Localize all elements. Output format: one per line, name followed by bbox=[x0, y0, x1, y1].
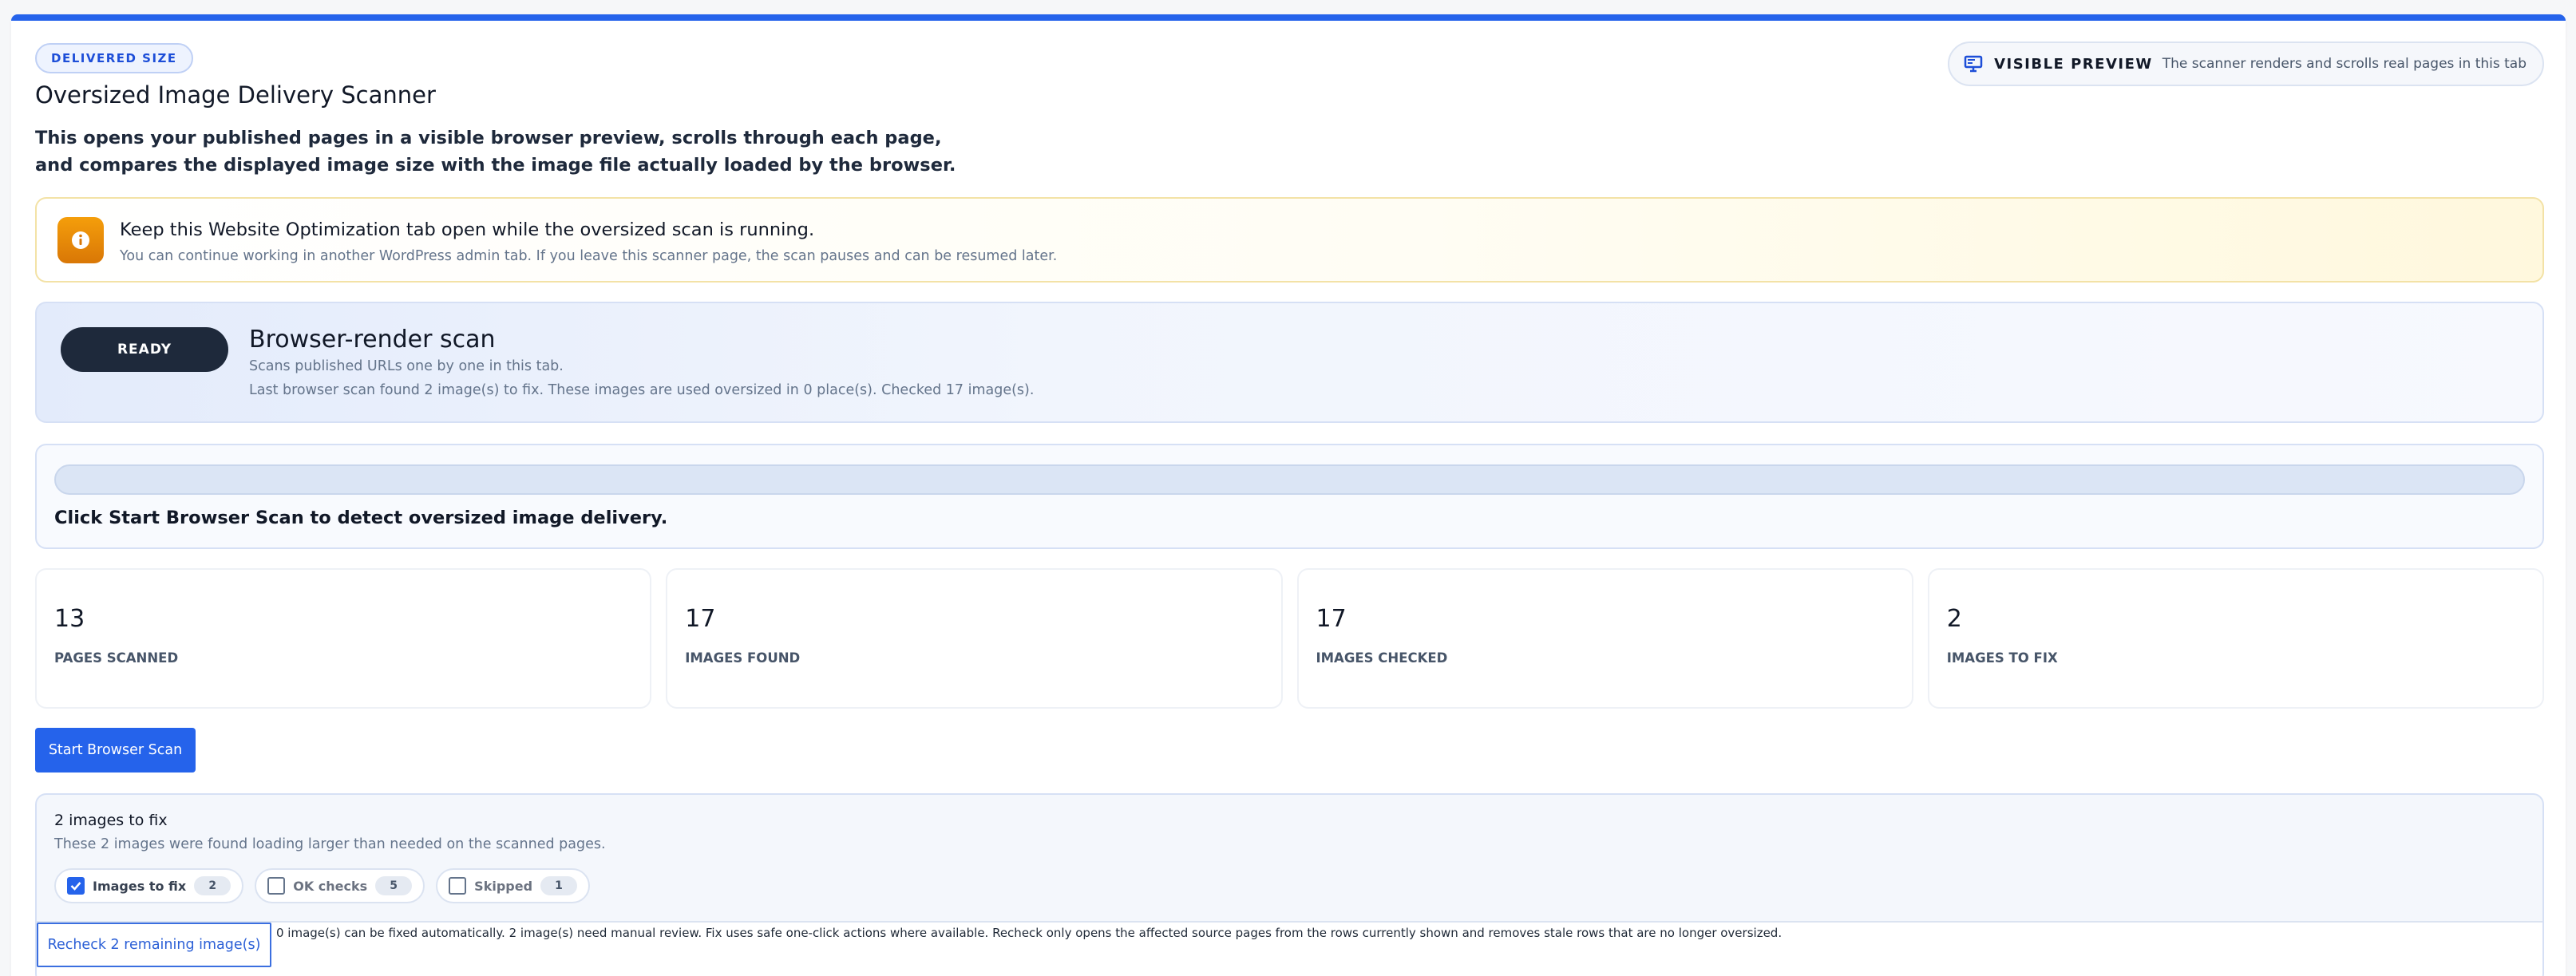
delivered-size-badge: DELIVERED SIZE bbox=[35, 43, 193, 73]
page-title: Oversized Image Delivery Scanner bbox=[35, 81, 436, 109]
checkbox-icon[interactable] bbox=[267, 877, 286, 895]
stat-value: 17 bbox=[1316, 605, 1347, 633]
filter-skipped[interactable]: Skipped 1 bbox=[436, 868, 591, 903]
stat-label: PAGES SCANNED bbox=[54, 650, 179, 666]
progress-bar bbox=[54, 464, 2525, 495]
filter-ok-checks[interactable]: OK checks 5 bbox=[255, 868, 425, 903]
notice-text: You can continue working in another Word… bbox=[120, 248, 1058, 264]
results-heading: 2 images to fix bbox=[54, 812, 168, 829]
scan-title: Browser-render scan bbox=[249, 326, 496, 354]
stat-label: IMAGES CHECKED bbox=[1316, 650, 1448, 666]
filter-label: Images to fix bbox=[93, 878, 187, 894]
stat-value: 13 bbox=[54, 605, 85, 633]
results-panel: 2 images to fix These 2 images were foun… bbox=[35, 793, 2544, 976]
stat-images-found: 17 IMAGES FOUND bbox=[666, 568, 1283, 709]
scan-status-card: READY Browser-render scan Scans publishe… bbox=[35, 302, 2544, 423]
stat-value: 2 bbox=[1946, 605, 1962, 633]
fix-summary-note: 0 image(s) can be fixed automatically. 2… bbox=[276, 926, 1783, 940]
filter-label: Skipped bbox=[474, 878, 533, 894]
stat-pages-scanned: 13 PAGES SCANNED bbox=[35, 568, 652, 709]
filter-images-to-fix[interactable]: Images to fix 2 bbox=[54, 868, 244, 903]
keep-tab-open-notice: Keep this Website Optimization tab open … bbox=[35, 197, 2544, 283]
visible-preview-pill: VISIBLE PREVIEW The scanner renders and … bbox=[1948, 41, 2544, 86]
start-browser-scan-button[interactable]: Start Browser Scan bbox=[35, 728, 196, 773]
info-icon bbox=[57, 217, 104, 263]
filter-count: 5 bbox=[375, 876, 413, 895]
checkbox-checked-icon[interactable] bbox=[67, 877, 85, 895]
notice-heading: Keep this Website Optimization tab open … bbox=[120, 219, 815, 240]
stat-label: IMAGES TO FIX bbox=[1946, 650, 2058, 666]
visible-preview-label: VISIBLE PREVIEW bbox=[1994, 55, 2153, 73]
recheck-remaining-button[interactable]: Recheck 2 remaining image(s) bbox=[37, 923, 271, 967]
monitor-icon bbox=[1964, 54, 1984, 73]
scan-description: Scans published URLs one by one in this … bbox=[249, 358, 564, 374]
results-action-bar: Recheck 2 remaining image(s) 0 image(s) … bbox=[37, 921, 2542, 976]
intro-text: This opens your published pages in a vis… bbox=[35, 128, 956, 176]
progress-card: Click Start Browser Scan to detect overs… bbox=[35, 444, 2544, 549]
result-filters: Images to fix 2 OK checks 5 Skipped 1 bbox=[54, 868, 591, 903]
stat-images-to-fix: 2 IMAGES TO FIX bbox=[1927, 568, 2544, 709]
stat-label: IMAGES FOUND bbox=[685, 650, 801, 666]
filter-count: 2 bbox=[194, 876, 231, 895]
visible-preview-description: The scanner renders and scrolls real pag… bbox=[2162, 56, 2527, 72]
stat-value: 17 bbox=[685, 605, 716, 633]
status-badge: READY bbox=[61, 327, 228, 372]
stat-images-checked: 17 IMAGES CHECKED bbox=[1296, 568, 1913, 709]
last-scan-summary: Last browser scan found 2 image(s) to fi… bbox=[249, 382, 1035, 398]
filter-label: OK checks bbox=[293, 878, 368, 894]
progress-message: Click Start Browser Scan to detect overs… bbox=[54, 508, 668, 528]
page: DELIVERED SIZE Oversized Image Delivery … bbox=[0, 0, 2576, 976]
results-subtext: These 2 images were found loading larger… bbox=[54, 836, 606, 852]
filter-count: 1 bbox=[540, 876, 578, 895]
checkbox-icon[interactable] bbox=[449, 877, 467, 895]
stats-row: 13 PAGES SCANNED 17 IMAGES FOUND 17 IMAG… bbox=[35, 568, 2544, 709]
